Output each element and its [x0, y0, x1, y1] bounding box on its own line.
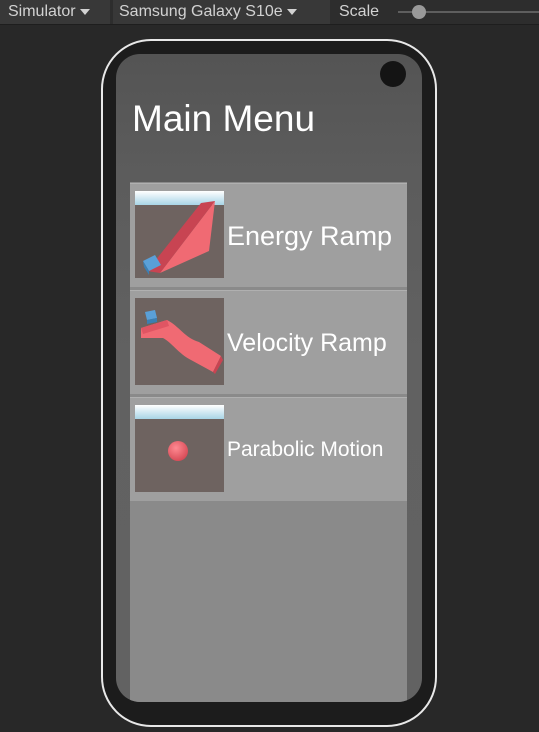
- page-title: Main Menu: [132, 98, 316, 139]
- device-dropdown[interactable]: Samsung Galaxy S10e: [113, 0, 330, 24]
- chevron-down-icon: [79, 9, 90, 15]
- menu-item-label: Energy Ramp: [227, 220, 393, 251]
- simulator-mode-dropdown[interactable]: Simulator: [0, 0, 110, 24]
- device-screen: Main Menu Energy Ramp Velocity Ramp Para…: [116, 54, 422, 702]
- energy-ramp-thumbnail: [135, 191, 224, 278]
- menu-panel: Energy Ramp Velocity Ramp Parabolic Moti…: [130, 182, 407, 702]
- velocity-ramp-thumbnail: [135, 298, 224, 385]
- scale-label: Scale: [339, 3, 380, 20]
- parabolic-motion-thumbnail: [135, 405, 224, 492]
- menu-item-label: Parabolic Motion: [227, 438, 384, 461]
- chevron-down-icon: [286, 9, 297, 15]
- menu-item-label: Velocity Ramp: [227, 328, 387, 357]
- device-label: Samsung Galaxy S10e: [119, 3, 283, 20]
- simulator-mode-label: Simulator: [8, 3, 76, 20]
- scale-slider-handle[interactable]: [412, 5, 426, 19]
- menu-item-parabolic-motion[interactable]: Parabolic Motion: [130, 397, 407, 501]
- menu-item-velocity-ramp[interactable]: Velocity Ramp: [130, 290, 407, 394]
- menu-item-energy-ramp[interactable]: Energy Ramp: [130, 183, 407, 287]
- camera-notch: [380, 61, 406, 87]
- simulator-toolbar: Simulator Samsung Galaxy S10e Scale: [0, 0, 539, 25]
